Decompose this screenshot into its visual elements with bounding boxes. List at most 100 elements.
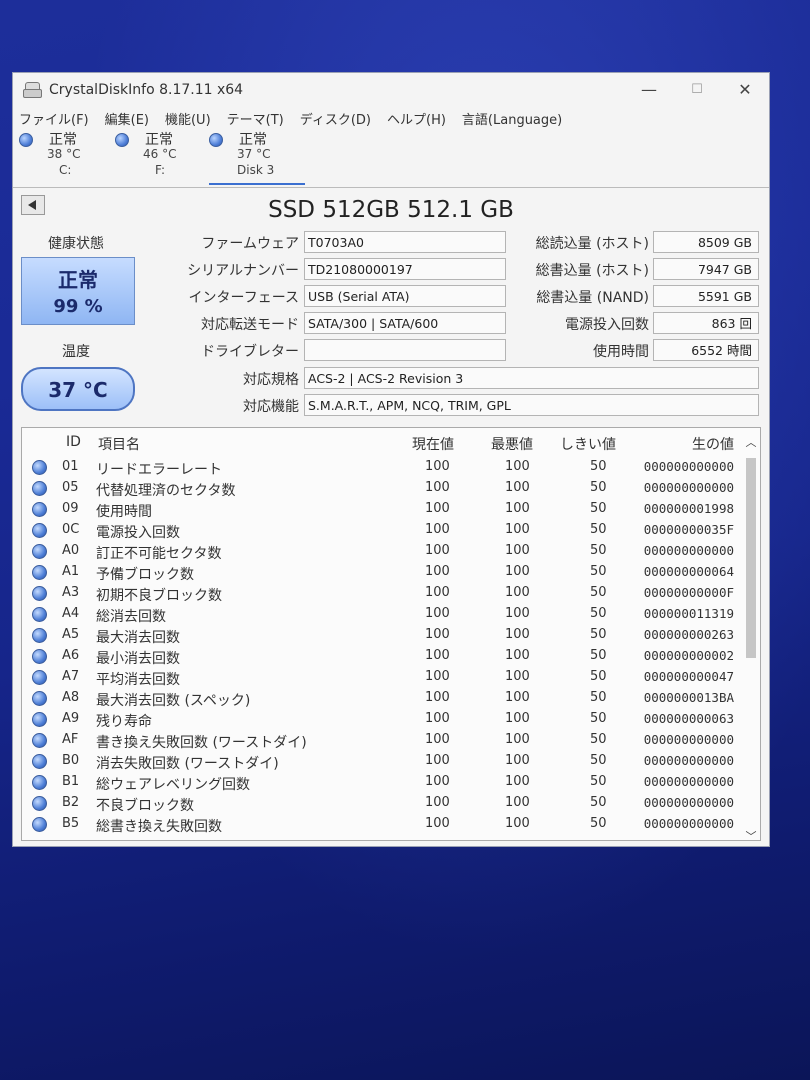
cell-worst: 100 xyxy=(505,795,530,810)
status-dot-icon xyxy=(115,133,129,147)
cell-threshold: 50 xyxy=(590,501,607,516)
table-row[interactable]: 0C 電源投入回数 100 100 50 00000000035F xyxy=(22,521,744,542)
disk-tab-f[interactable]: 正常 46 °C F: xyxy=(115,129,211,183)
table-row[interactable]: A5 最大消去回数 100 100 50 000000000263 xyxy=(22,626,744,647)
menu-bar: ファイル(F) 編集(E) 機能(U) テーマ(T) ディスク(D) ヘルプ(H… xyxy=(13,107,578,129)
table-row[interactable]: AF 書き換え失敗回数 (ワーストダイ) 100 100 50 000000000000 xyxy=(22,731,744,752)
column-header-name[interactable]: 項目名 xyxy=(98,434,140,454)
menu-language[interactable]: 言語(Language) xyxy=(462,109,562,128)
cell-threshold: 50 xyxy=(590,711,607,726)
maximize-button[interactable]: ☐ xyxy=(673,73,721,107)
column-header-threshold[interactable]: しきい値 xyxy=(560,434,616,454)
column-header-id[interactable]: ID xyxy=(66,434,81,450)
smart-attribute-table[interactable]: ID 項目名 現在値 最悪値 しきい値 生の値 01 リードエラーレート 100 10… xyxy=(21,427,761,841)
cell-threshold: 50 xyxy=(590,816,607,831)
serial-value: TD21080000197 xyxy=(304,258,506,280)
cell-id: A5 xyxy=(62,627,80,642)
status-dot-icon xyxy=(32,691,47,706)
status-dot-icon xyxy=(32,754,47,769)
menu-help[interactable]: ヘルプ(H) xyxy=(387,109,446,128)
power-on-hours-label: 使用時間 xyxy=(593,344,649,360)
table-row[interactable]: B0 消去失敗回数 (ワーストダイ) 100 100 50 000000000000 xyxy=(22,752,744,773)
cell-raw: 000000000000 xyxy=(643,459,734,474)
cell-current: 100 xyxy=(425,480,450,495)
table-row[interactable]: 09 使用時間 100 100 50 000000001998 xyxy=(22,500,744,521)
cell-raw: 000000000002 xyxy=(643,648,734,663)
column-header-raw[interactable]: 生の値 xyxy=(692,434,734,454)
cell-worst: 100 xyxy=(505,669,530,684)
cell-id: B1 xyxy=(62,774,80,789)
table-row[interactable]: 01 リードエラーレート 100 100 50 000000000000 xyxy=(22,458,744,479)
cell-id: A3 xyxy=(62,585,80,600)
cell-threshold: 50 xyxy=(590,669,607,684)
disk-label: F: xyxy=(155,163,166,177)
table-row[interactable]: A7 平均消去回数 100 100 50 000000000047 xyxy=(22,668,744,689)
menu-theme[interactable]: テーマ(T) xyxy=(227,109,284,128)
health-status-box[interactable]: 正常 99 % xyxy=(21,257,135,325)
close-button[interactable]: ✕ xyxy=(721,73,769,107)
standard-label: 対応規格 xyxy=(243,372,299,388)
cell-name: 総書き換え失敗回数 xyxy=(96,819,222,835)
table-row[interactable]: A0 訂正不可能セクタ数 100 100 50 000000000000 xyxy=(22,542,744,563)
scrollbar-thumb[interactable] xyxy=(746,458,756,658)
cell-name: 予備ブロック数 xyxy=(96,567,194,583)
title-bar: CrystalDiskInfo 8.17.11 x64 — ☐ ✕ xyxy=(13,73,769,107)
host-writes-label: 総書込量 (ホスト) xyxy=(535,263,649,279)
table-row[interactable]: B5 総書き換え失敗回数 100 100 50 000000000000 xyxy=(22,815,744,836)
cell-name: 訂正不可能セクタ数 xyxy=(96,546,222,562)
scroll-down-icon[interactable]: ﹀ xyxy=(744,828,758,840)
scroll-up-icon[interactable]: ︿ xyxy=(744,434,758,449)
menu-function[interactable]: 機能(U) xyxy=(165,109,211,128)
cell-id: 01 xyxy=(62,459,79,474)
table-row[interactable]: B2 不良ブロック数 100 100 50 000000000000 xyxy=(22,794,744,815)
drive-letter-label: ドライブレター xyxy=(201,344,299,360)
status-dot-icon xyxy=(32,817,47,832)
status-dot-icon xyxy=(32,481,47,496)
status-dot-icon xyxy=(209,133,223,147)
cell-id: A7 xyxy=(62,669,80,684)
table-row[interactable]: A8 最大消去回数 (スペック) 100 100 50 0000000013BA xyxy=(22,689,744,710)
table-row[interactable]: B1 総ウェアレベリング回数 100 100 50 000000000000 xyxy=(22,773,744,794)
menu-file[interactable]: ファイル(F) xyxy=(19,109,89,128)
disk-tab-disk3[interactable]: 正常 37 °C Disk 3 xyxy=(209,129,305,185)
window-title: CrystalDiskInfo 8.17.11 x64 xyxy=(49,82,244,98)
temperature-box[interactable]: 37 °C xyxy=(21,367,135,411)
cell-id: 0C xyxy=(62,522,80,537)
separator xyxy=(13,187,769,188)
firmware-label: ファームウェア xyxy=(201,236,299,252)
disk-selector: 正常 38 °C C: 正常 46 °C F: 正常 37 °C Disk 3 xyxy=(13,129,769,185)
cell-threshold: 50 xyxy=(590,774,607,789)
table-row[interactable]: A9 残り寿命 100 100 50 000000000063 xyxy=(22,710,744,731)
column-header-worst[interactable]: 最悪値 xyxy=(491,434,533,454)
cell-threshold: 50 xyxy=(590,585,607,600)
menu-disk[interactable]: ディスク(D) xyxy=(300,109,371,128)
cell-id: A4 xyxy=(62,606,80,621)
status-dot-icon xyxy=(32,607,47,622)
menu-edit[interactable]: 編集(E) xyxy=(105,109,149,128)
cell-id: A9 xyxy=(62,711,80,726)
disk-status: 正常 xyxy=(49,132,77,148)
status-dot-icon xyxy=(32,649,47,664)
cell-name: リードエラーレート xyxy=(96,462,222,478)
cell-raw: 000000000000 xyxy=(643,480,734,495)
cell-current: 100 xyxy=(425,774,450,789)
cell-raw: 000000000000 xyxy=(643,543,734,558)
table-row[interactable]: A4 総消去回数 100 100 50 000000011319 xyxy=(22,605,744,626)
cell-id: A0 xyxy=(62,543,80,558)
minimize-button[interactable]: — xyxy=(625,73,673,107)
disk-tab-c[interactable]: 正常 38 °C C: xyxy=(19,129,115,183)
table-row[interactable]: A6 最小消去回数 100 100 50 000000000002 xyxy=(22,647,744,668)
disk-app-icon xyxy=(23,82,42,98)
cell-worst: 100 xyxy=(505,522,530,537)
table-scrollbar[interactable]: ︿ ﹀ xyxy=(744,436,758,840)
table-row[interactable]: A1 予備ブロック数 100 100 50 000000000064 xyxy=(22,563,744,584)
cell-current: 100 xyxy=(425,564,450,579)
cell-worst: 100 xyxy=(505,732,530,747)
table-row[interactable]: A3 初期不良ブロック数 100 100 50 00000000000F xyxy=(22,584,744,605)
cell-current: 100 xyxy=(425,732,450,747)
column-header-current[interactable]: 現在値 xyxy=(412,434,454,454)
cell-raw: 00000000035F xyxy=(643,522,734,537)
cell-worst: 100 xyxy=(505,564,530,579)
table-row[interactable]: 05 代替処理済のセクタ数 100 100 50 000000000000 xyxy=(22,479,744,500)
cell-name: 不良ブロック数 xyxy=(96,798,194,814)
